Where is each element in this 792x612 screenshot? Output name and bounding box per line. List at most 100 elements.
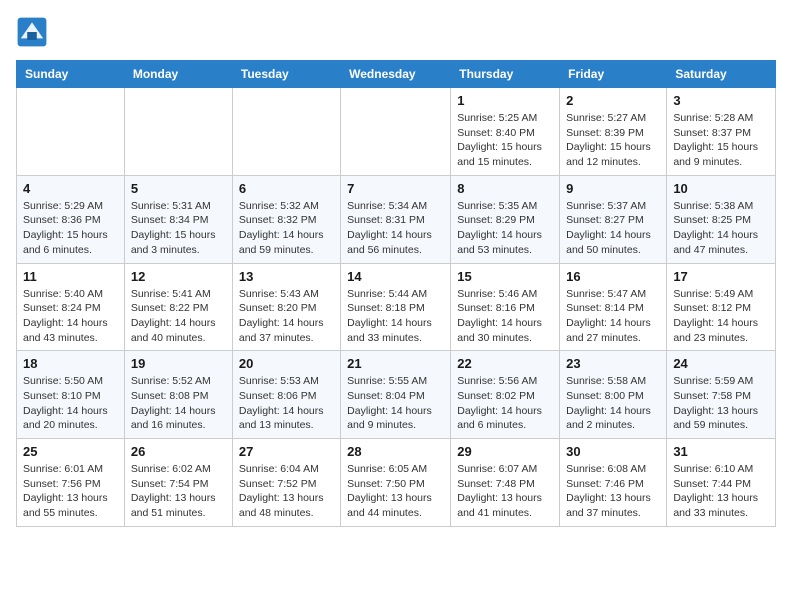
day-number: 6	[239, 181, 334, 196]
calendar-cell: 26 Sunrise: 6:02 AM Sunset: 7:54 PM Dayli…	[124, 439, 232, 527]
calendar-cell: 25 Sunrise: 6:01 AM Sunset: 7:56 PM Dayli…	[17, 439, 125, 527]
day-number: 4	[23, 181, 118, 196]
day-info: Sunrise: 5:29 AM Sunset: 8:36 PM Dayligh…	[23, 199, 118, 258]
calendar-cell: 23 Sunrise: 5:58 AM Sunset: 8:00 PM Dayli…	[560, 351, 667, 439]
day-info: Sunrise: 5:56 AM Sunset: 8:02 PM Dayligh…	[457, 374, 553, 433]
day-number: 17	[673, 269, 769, 284]
calendar-cell: 20 Sunrise: 5:53 AM Sunset: 8:06 PM Dayli…	[232, 351, 340, 439]
logo-icon	[16, 16, 48, 48]
day-info: Sunrise: 5:37 AM Sunset: 8:27 PM Dayligh…	[566, 199, 660, 258]
week-row-2: 4 Sunrise: 5:29 AM Sunset: 8:36 PM Daylig…	[17, 175, 776, 263]
day-info: Sunrise: 5:28 AM Sunset: 8:37 PM Dayligh…	[673, 111, 769, 170]
week-row-3: 11Sunrise: 5:40 AM Sunset: 8:24 PM Dayli…	[17, 263, 776, 351]
day-number: 29	[457, 444, 553, 459]
day-info: Sunrise: 5:53 AM Sunset: 8:06 PM Dayligh…	[239, 374, 334, 433]
calendar-cell: 31Sunrise: 6:10 AM Sunset: 7:44 PM Dayli…	[667, 439, 776, 527]
week-row-1: 1 Sunrise: 5:25 AM Sunset: 8:40 PM Daylig…	[17, 88, 776, 176]
day-info: Sunrise: 5:50 AM Sunset: 8:10 PM Dayligh…	[23, 374, 118, 433]
day-number: 19	[131, 356, 226, 371]
calendar-cell: 9 Sunrise: 5:37 AM Sunset: 8:27 PM Daylig…	[560, 175, 667, 263]
calendar-cell: 15 Sunrise: 5:46 AM Sunset: 8:16 PM Dayli…	[451, 263, 560, 351]
calendar-cell: 22Sunrise: 5:56 AM Sunset: 8:02 PM Dayli…	[451, 351, 560, 439]
week-row-4: 18 Sunrise: 5:50 AM Sunset: 8:10 PM Dayli…	[17, 351, 776, 439]
day-number: 1	[457, 93, 553, 108]
calendar-cell: 14Sunrise: 5:44 AM Sunset: 8:18 PM Dayli…	[341, 263, 451, 351]
day-info: Sunrise: 5:55 AM Sunset: 8:04 PM Dayligh…	[347, 374, 444, 433]
day-info: Sunrise: 5:25 AM Sunset: 8:40 PM Dayligh…	[457, 111, 553, 170]
day-number: 25	[23, 444, 118, 459]
day-number: 20	[239, 356, 334, 371]
page-header	[16, 16, 776, 48]
day-number: 23	[566, 356, 660, 371]
day-number: 12	[131, 269, 226, 284]
calendar-table: SundayMondayTuesdayWednesdayThursdayFrid…	[16, 60, 776, 527]
column-header-friday: Friday	[560, 61, 667, 88]
day-info: Sunrise: 5:47 AM Sunset: 8:14 PM Dayligh…	[566, 287, 660, 346]
calendar-cell: 21 Sunrise: 5:55 AM Sunset: 8:04 PM Dayli…	[341, 351, 451, 439]
day-info: Sunrise: 5:59 AM Sunset: 7:58 PM Dayligh…	[673, 374, 769, 433]
calendar-cell: 13Sunrise: 5:43 AM Sunset: 8:20 PM Dayli…	[232, 263, 340, 351]
calendar-cell: 28 Sunrise: 6:05 AM Sunset: 7:50 PM Dayli…	[341, 439, 451, 527]
day-info: Sunrise: 6:07 AM Sunset: 7:48 PM Dayligh…	[457, 462, 553, 521]
week-row-5: 25 Sunrise: 6:01 AM Sunset: 7:56 PM Dayli…	[17, 439, 776, 527]
day-info: Sunrise: 5:38 AM Sunset: 8:25 PM Dayligh…	[673, 199, 769, 258]
calendar-header-row: SundayMondayTuesdayWednesdayThursdayFrid…	[17, 61, 776, 88]
column-header-monday: Monday	[124, 61, 232, 88]
column-header-sunday: Sunday	[17, 61, 125, 88]
day-info: Sunrise: 5:58 AM Sunset: 8:00 PM Dayligh…	[566, 374, 660, 433]
calendar-cell: 6Sunrise: 5:32 AM Sunset: 8:32 PM Daylig…	[232, 175, 340, 263]
calendar-cell: 3 Sunrise: 5:28 AM Sunset: 8:37 PM Daylig…	[667, 88, 776, 176]
day-info: Sunrise: 5:43 AM Sunset: 8:20 PM Dayligh…	[239, 287, 334, 346]
day-number: 9	[566, 181, 660, 196]
day-info: Sunrise: 5:52 AM Sunset: 8:08 PM Dayligh…	[131, 374, 226, 433]
calendar-cell: 17 Sunrise: 5:49 AM Sunset: 8:12 PM Dayli…	[667, 263, 776, 351]
day-number: 5	[131, 181, 226, 196]
day-info: Sunrise: 5:49 AM Sunset: 8:12 PM Dayligh…	[673, 287, 769, 346]
day-info: Sunrise: 6:04 AM Sunset: 7:52 PM Dayligh…	[239, 462, 334, 521]
day-number: 21	[347, 356, 444, 371]
day-number: 16	[566, 269, 660, 284]
calendar-cell: 2Sunrise: 5:27 AM Sunset: 8:39 PM Daylig…	[560, 88, 667, 176]
calendar-cell: 12 Sunrise: 5:41 AM Sunset: 8:22 PM Dayli…	[124, 263, 232, 351]
calendar-cell: 27 Sunrise: 6:04 AM Sunset: 7:52 PM Dayli…	[232, 439, 340, 527]
day-info: Sunrise: 5:44 AM Sunset: 8:18 PM Dayligh…	[347, 287, 444, 346]
calendar-cell	[17, 88, 125, 176]
calendar-body: 1 Sunrise: 5:25 AM Sunset: 8:40 PM Daylig…	[17, 88, 776, 527]
day-info: Sunrise: 5:40 AM Sunset: 8:24 PM Dayligh…	[23, 287, 118, 346]
day-number: 3	[673, 93, 769, 108]
day-number: 8	[457, 181, 553, 196]
day-info: Sunrise: 6:08 AM Sunset: 7:46 PM Dayligh…	[566, 462, 660, 521]
calendar-cell: 5Sunrise: 5:31 AM Sunset: 8:34 PM Daylig…	[124, 175, 232, 263]
calendar-cell	[124, 88, 232, 176]
calendar-cell: 11Sunrise: 5:40 AM Sunset: 8:24 PM Dayli…	[17, 263, 125, 351]
day-info: Sunrise: 5:41 AM Sunset: 8:22 PM Dayligh…	[131, 287, 226, 346]
calendar-cell: 24Sunrise: 5:59 AM Sunset: 7:58 PM Dayli…	[667, 351, 776, 439]
day-info: Sunrise: 6:05 AM Sunset: 7:50 PM Dayligh…	[347, 462, 444, 521]
day-number: 15	[457, 269, 553, 284]
day-number: 28	[347, 444, 444, 459]
logo	[16, 16, 52, 48]
calendar-cell: 29 Sunrise: 6:07 AM Sunset: 7:48 PM Dayli…	[451, 439, 560, 527]
day-number: 18	[23, 356, 118, 371]
day-number: 27	[239, 444, 334, 459]
calendar-cell: 7 Sunrise: 5:34 AM Sunset: 8:31 PM Daylig…	[341, 175, 451, 263]
column-header-saturday: Saturday	[667, 61, 776, 88]
calendar-cell: 10 Sunrise: 5:38 AM Sunset: 8:25 PM Dayli…	[667, 175, 776, 263]
day-info: Sunrise: 5:27 AM Sunset: 8:39 PM Dayligh…	[566, 111, 660, 170]
column-header-thursday: Thursday	[451, 61, 560, 88]
day-info: Sunrise: 6:01 AM Sunset: 7:56 PM Dayligh…	[23, 462, 118, 521]
day-info: Sunrise: 5:46 AM Sunset: 8:16 PM Dayligh…	[457, 287, 553, 346]
day-number: 10	[673, 181, 769, 196]
calendar-cell: 4 Sunrise: 5:29 AM Sunset: 8:36 PM Daylig…	[17, 175, 125, 263]
calendar-cell	[341, 88, 451, 176]
day-number: 26	[131, 444, 226, 459]
day-info: Sunrise: 6:10 AM Sunset: 7:44 PM Dayligh…	[673, 462, 769, 521]
day-info: Sunrise: 6:02 AM Sunset: 7:54 PM Dayligh…	[131, 462, 226, 521]
day-info: Sunrise: 5:35 AM Sunset: 8:29 PM Dayligh…	[457, 199, 553, 258]
column-header-tuesday: Tuesday	[232, 61, 340, 88]
calendar-cell: 8 Sunrise: 5:35 AM Sunset: 8:29 PM Daylig…	[451, 175, 560, 263]
column-header-wednesday: Wednesday	[341, 61, 451, 88]
day-number: 7	[347, 181, 444, 196]
calendar-cell: 16 Sunrise: 5:47 AM Sunset: 8:14 PM Dayli…	[560, 263, 667, 351]
day-info: Sunrise: 5:34 AM Sunset: 8:31 PM Dayligh…	[347, 199, 444, 258]
